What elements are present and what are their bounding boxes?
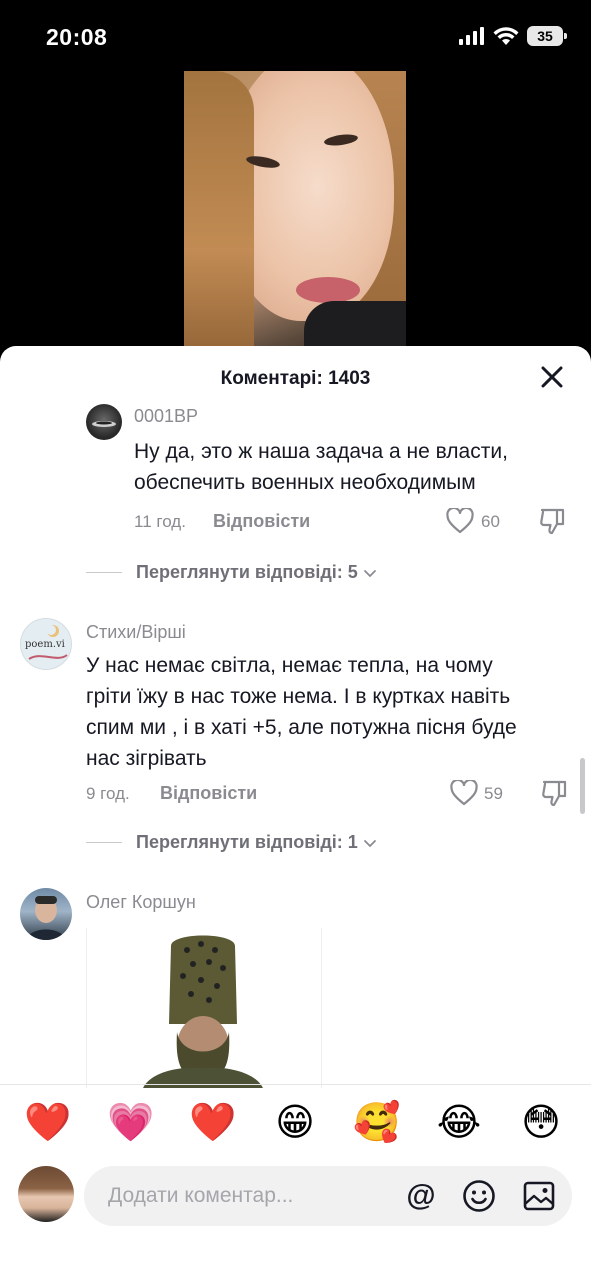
comment-username[interactable]: Олег Коршун xyxy=(86,892,196,913)
heart-outline-icon[interactable] xyxy=(446,508,474,534)
chevron-down-icon xyxy=(363,569,376,577)
scrollbar[interactable] xyxy=(580,758,585,814)
comment-text-line: спим ми , і в хаті +5, але потужна пісня… xyxy=(86,716,517,739)
emoji-bar: ❤️ 💗 ❤️ 😁 🥰 😂 😳 xyxy=(0,1098,591,1148)
emoji-red-heart[interactable]: ❤️ xyxy=(23,1098,73,1148)
battery-icon: 35 xyxy=(527,26,567,46)
chevron-down-icon xyxy=(363,839,376,847)
status-icons: 35 xyxy=(459,26,567,46)
comment-time: 11 год. xyxy=(134,512,186,531)
view-replies-button[interactable]: Переглянути відповіді: 1 xyxy=(86,832,378,853)
image-icon[interactable] xyxy=(522,1179,556,1213)
comment-image[interactable] xyxy=(86,928,322,1088)
comments-sheet: Коментарі: 1403 0001BP Ну да, это ж наша… xyxy=(0,346,591,1280)
comment-text-line: гріти їжу в нас тоже нема. І в куртках н… xyxy=(86,685,511,708)
comment-time: 9 год. xyxy=(86,784,130,803)
signal-icon xyxy=(459,27,484,45)
status-time: 20:08 xyxy=(46,24,108,50)
avatar[interactable] xyxy=(20,888,72,940)
video-preview[interactable] xyxy=(184,71,406,351)
comment-text-line: обеспечить военных необходимым xyxy=(134,471,476,494)
heart-outline-icon[interactable] xyxy=(450,780,478,806)
comment-input[interactable]: Додати коментар... @ xyxy=(84,1166,572,1226)
avatar-art xyxy=(26,896,66,940)
emoji-bar-divider xyxy=(0,1084,591,1085)
emoji-red-heart-2[interactable]: ❤️ xyxy=(188,1098,238,1148)
emoji-tears-of-joy[interactable]: 😂 xyxy=(434,1098,484,1148)
reply-button[interactable]: Відповісти xyxy=(160,783,257,804)
close-icon[interactable] xyxy=(537,362,567,392)
view-replies-button[interactable]: Переглянути відповіді: 5 xyxy=(86,562,378,583)
emoji-growing-heart[interactable]: 💗 xyxy=(106,1098,156,1148)
status-bar: 20:08 35 xyxy=(0,0,591,70)
avatar-art xyxy=(92,421,116,427)
comment-text-line: Ну да, это ж наша задача а не власти, xyxy=(134,440,508,463)
comment-username[interactable]: Стихи/Вірші xyxy=(86,622,186,643)
meme-illustration xyxy=(143,935,263,1088)
replies-divider-line xyxy=(86,572,122,573)
video-lips xyxy=(296,277,360,303)
emoji-smiling-hearts[interactable]: 🥰 xyxy=(352,1098,402,1148)
like-count: 60 xyxy=(481,512,500,531)
thumbs-down-icon[interactable] xyxy=(538,507,566,535)
video-hair-left xyxy=(184,71,254,351)
comments-title: Коментарі: 1403 xyxy=(220,368,371,389)
like-count: 59 xyxy=(484,784,503,803)
view-replies-label: Переглянути відповіді: 1 xyxy=(136,832,358,852)
avatar[interactable]: poem.vi xyxy=(20,618,72,670)
comment-username[interactable]: 0001BP xyxy=(134,406,198,427)
view-replies-label: Переглянути відповіді: 5 xyxy=(136,562,358,582)
avatar[interactable] xyxy=(86,404,122,440)
replies-divider-line xyxy=(86,842,122,843)
comment-text-line: У нас немає світла, немає тепла, на чому xyxy=(86,654,493,677)
emoji-flushed[interactable]: 😳 xyxy=(516,1098,566,1148)
thumbs-down-icon[interactable] xyxy=(540,779,568,807)
comment-text: У нас немає світла, немає тепла, на чому… xyxy=(86,650,517,774)
reply-button[interactable]: Відповісти xyxy=(213,511,310,532)
comment-input-placeholder: Додати коментар... xyxy=(108,1184,294,1207)
video-jacket xyxy=(304,301,406,351)
smile-icon[interactable] xyxy=(462,1179,496,1213)
wifi-icon xyxy=(493,26,519,45)
comment-text-line: нас зігрівать xyxy=(86,747,207,770)
avatar-label: poem.vi xyxy=(25,639,65,650)
emoji-grin[interactable]: 😁 xyxy=(270,1098,320,1148)
at-icon[interactable]: @ xyxy=(404,1179,438,1213)
user-avatar[interactable] xyxy=(18,1166,74,1222)
comment-text: Ну да, это ж наша задача а не власти, об… xyxy=(134,436,508,498)
